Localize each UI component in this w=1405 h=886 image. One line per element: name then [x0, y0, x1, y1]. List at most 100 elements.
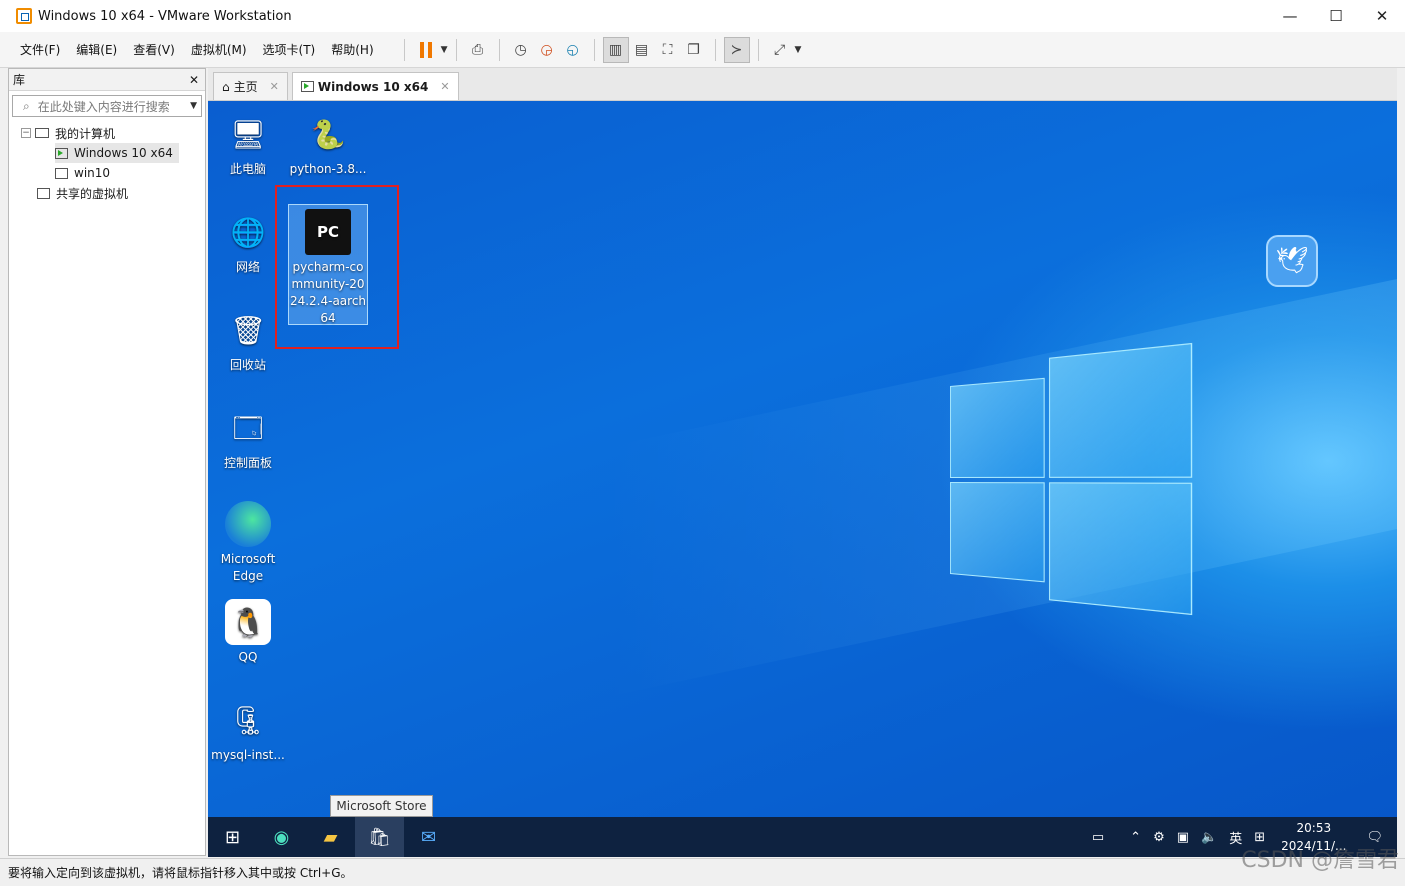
search-dropdown-icon[interactable]: ▼: [190, 101, 197, 111]
computer-icon: [35, 128, 49, 138]
taskbar-mail-icon[interactable]: ✉: [404, 817, 453, 857]
running-vm-icon: [55, 147, 68, 159]
control-panel-label: 控制面板: [223, 456, 272, 470]
recycle-bin-icon: 🗑: [230, 313, 266, 347]
tree-label-shared: 共享的虚拟机: [56, 186, 129, 201]
tab-windows10x64[interactable]: Windows 10 x64 ✕: [291, 72, 459, 100]
shared-vm-icon: [37, 187, 50, 199]
snapshot-icon[interactable]: ◷: [508, 37, 534, 63]
side-strip: [0, 180, 8, 260]
tab-vm-close-icon[interactable]: ✕: [440, 80, 449, 93]
toolbar: ▼ ⎙ ◷ ◶ ◵ ▥ ▤ ⛶ ❐ ≻ ⤢ ▼: [396, 36, 802, 63]
volume-icon[interactable]: 🔈: [1201, 830, 1217, 845]
qq-penguin-icon: 🐧: [225, 599, 271, 645]
tree-label-win10: win10: [74, 166, 111, 180]
tree-item-windows10x64[interactable]: Windows 10 x64: [55, 143, 179, 163]
maximize-button[interactable]: ☐: [1313, 0, 1359, 32]
network-label: 网络: [235, 260, 260, 274]
close-button[interactable]: ✕: [1359, 0, 1405, 32]
tray-app-icon[interactable]: ⚙: [1153, 830, 1165, 845]
thumbnail-bar-icon[interactable]: ▤: [629, 37, 655, 63]
unity-icon[interactable]: ❐: [681, 37, 707, 63]
taskbar-store-icon[interactable]: 🛍: [355, 817, 404, 857]
desktop-icon-mysql[interactable]: 🗜 mysql-inst...: [208, 697, 288, 764]
tree-item-my-computer[interactable]: − 我的计算机: [9, 123, 205, 143]
vmware-logo-icon: [16, 8, 32, 24]
library-search-input[interactable]: ⌕ 在此处键入内容进行搜索 ▼: [12, 95, 202, 117]
send-ctrl-alt-del-button[interactable]: ⎙: [465, 37, 491, 63]
clock-time: 20:53: [1296, 821, 1332, 835]
tree-item-shared-vms[interactable]: 共享的虚拟机: [37, 183, 205, 203]
tree-label-my-computer: 我的计算机: [55, 126, 116, 141]
vm-tab-icon: [300, 81, 314, 92]
desktop-icon-python[interactable]: 🐍 python-3.8...: [288, 111, 368, 178]
tab-vm-label: Windows 10 x64: [317, 79, 429, 94]
library-panel: 库 ✕ ⌕ 在此处键入内容进行搜索 ▼ − 我的计算机 Windows 10 x…: [8, 68, 206, 856]
bird-badge-icon[interactable]: 🕊: [1266, 235, 1318, 287]
home-icon: ⌂: [222, 79, 230, 94]
vm-tree: − 我的计算机 Windows 10 x64 win10 共享的虚拟机: [9, 123, 205, 203]
input-language-indicator[interactable]: 英: [1229, 828, 1242, 847]
pause-button[interactable]: [413, 37, 439, 63]
pause-icon: [419, 41, 432, 58]
tab-home[interactable]: ⌂ 主页 ✕: [213, 72, 288, 100]
annotation-red-box: [275, 185, 399, 349]
stretch-dropdown-icon[interactable]: ▼: [795, 45, 802, 55]
pause-dropdown-icon[interactable]: ▼: [441, 45, 448, 55]
network-icon: 🌐: [230, 215, 266, 249]
taskbar-explorer-icon[interactable]: ▰: [306, 817, 355, 857]
guest-taskbar: ⊞ ◉ ▰ 🛍 ✉ ▭ ⌃ ⚙ ▣ 🔈 英 ⊞ 20:53 2024/11/..…: [208, 817, 1397, 857]
tree-item-win10[interactable]: win10: [55, 163, 205, 183]
python-installer-icon: 🐍: [310, 117, 346, 151]
windows-logo-wallpaper: [950, 342, 1193, 616]
python-label: python-3.8...: [289, 162, 367, 176]
menu-view[interactable]: 查看(V): [125, 41, 183, 58]
collapse-icon[interactable]: −: [21, 128, 31, 138]
revert-snapshot-icon[interactable]: ◶: [534, 37, 560, 63]
start-button[interactable]: ⊞: [208, 817, 257, 857]
taskbar-edge-icon[interactable]: ◉: [257, 817, 306, 857]
menu-vm[interactable]: 虚拟机(M): [183, 41, 255, 58]
snapshot-manager-icon[interactable]: ◵: [560, 37, 586, 63]
desktop-icon-edge[interactable]: Microsoft Edge: [208, 501, 288, 585]
search-placeholder: 在此处键入内容进行搜索: [37, 99, 170, 114]
menu-help[interactable]: 帮助(H): [323, 41, 381, 58]
desktop-icon-qq[interactable]: 🐧 QQ: [208, 599, 288, 666]
menu-tabs[interactable]: 选项卡(T): [255, 41, 324, 58]
status-text: 要将输入定向到该虚拟机，请将鼠标指针移入其中或按 Ctrl+G。: [8, 866, 353, 880]
full-screen-icon[interactable]: ⛶: [655, 37, 681, 63]
tree-label-windows10x64: Windows 10 x64: [74, 146, 173, 160]
vm-icon: [55, 167, 68, 179]
edge-label-line2: Edge: [232, 569, 264, 583]
edge-label-line1: Microsoft: [220, 552, 276, 566]
tab-strip: ⌂ 主页 ✕ Windows 10 x64 ✕: [208, 68, 1397, 101]
recycle-label: 回收站: [229, 358, 266, 372]
computer-icon: 🖥: [230, 117, 266, 151]
network-tray-icon[interactable]: ▣: [1177, 830, 1189, 845]
task-view-icon[interactable]: ▭: [1092, 830, 1104, 845]
mysql-installer-icon: 🗜: [230, 703, 266, 737]
tab-home-label: 主页: [233, 80, 258, 94]
search-icon: ⌕: [23, 98, 30, 113]
taskbar-tooltip: Microsoft Store: [330, 795, 433, 817]
menu-file[interactable]: 文件(F): [12, 41, 68, 58]
vm-guest-screen[interactable]: 🕊 🖥 此电脑 🐍 python-3.8... 🌐 网络 PC pycharm-…: [208, 101, 1397, 817]
library-close-icon[interactable]: ✕: [189, 73, 199, 87]
menu-bar: 文件(F) 编辑(E) 查看(V) 虚拟机(M) 选项卡(T) 帮助(H) ▼ …: [0, 32, 1405, 68]
stretch-guest-icon[interactable]: ⤢: [767, 37, 793, 63]
mysql-label: mysql-inst...: [211, 748, 285, 762]
tab-home-close-icon[interactable]: ✕: [270, 80, 279, 93]
menu-edit[interactable]: 编辑(E): [68, 41, 125, 58]
qq-label: QQ: [238, 650, 258, 664]
window-title: Windows 10 x64 - VMware Workstation: [38, 8, 292, 24]
library-title: 库: [13, 73, 26, 87]
minimize-button[interactable]: —: [1267, 0, 1313, 32]
title-bar: Windows 10 x64 - VMware Workstation — ☐ …: [0, 0, 1405, 32]
desktop-icon-this-pc[interactable]: 🖥 此电脑: [208, 111, 288, 178]
console-view-icon[interactable]: ≻: [723, 36, 750, 63]
desktop-icon-control-panel[interactable]: 🗔 控制面板: [208, 405, 288, 472]
show-hidden-icons-icon[interactable]: ⌃: [1130, 830, 1141, 845]
status-bar: 要将输入定向到该虚拟机，请将鼠标指针移入其中或按 Ctrl+G。: [0, 858, 1405, 886]
csdn-watermark: CSDN @詹雪君: [1241, 848, 1399, 873]
show-library-icon[interactable]: ▥: [602, 36, 629, 63]
